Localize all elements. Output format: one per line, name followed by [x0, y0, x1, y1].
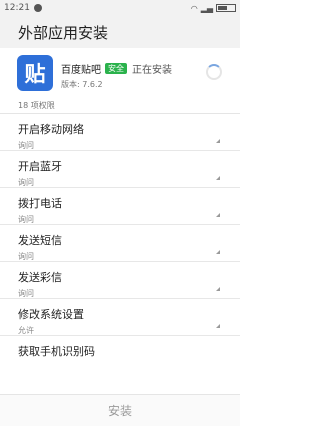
permission-value: 询问 — [18, 141, 34, 150]
notification-icon — [33, 4, 42, 12]
permission-value: 询问 — [18, 289, 34, 298]
signal-icon: ▂▄ — [200, 3, 213, 13]
install-button-label: 安装 — [107, 404, 132, 418]
wifi-icon: ◠ — [190, 3, 198, 13]
app-logo: 贴 — [17, 55, 53, 91]
permission-value: 询问 — [18, 178, 34, 187]
install-status: 正在安装 — [132, 65, 172, 76]
dropdown-arrow-icon — [216, 287, 220, 291]
app-version: 版本: 7.6.2 — [61, 80, 103, 89]
battery-icon — [216, 4, 236, 12]
dropdown-arrow-icon — [216, 176, 220, 180]
dropdown-arrow-icon — [216, 139, 220, 143]
permission-value: 询问 — [18, 252, 34, 261]
permission-item[interactable]: 开启蓝牙 询问 — [0, 151, 240, 188]
dropdown-arrow-icon — [216, 213, 220, 217]
permission-name: 拨打电话 — [18, 197, 62, 210]
loading-spinner-icon — [206, 64, 222, 80]
status-bar: 12:21 ◠ ▂▄ — [0, 0, 240, 16]
permission-list: 开启移动网络 询问 开启蓝牙 询问 拨打电话 询问 发送短信 询问 发送彩信 询… — [0, 114, 240, 373]
permission-value: 允许 — [18, 326, 34, 335]
safe-badge: 安全 — [105, 63, 127, 74]
permission-name: 修改系统设置 — [18, 308, 84, 321]
permission-count: 18 项权限 — [18, 101, 55, 110]
permission-item[interactable]: 获取手机识别码 — [0, 336, 240, 373]
permission-item[interactable]: 发送彩信 询问 — [0, 262, 240, 299]
app-info: 贴 百度贴吧 安全 正在安装 版本: 7.6.2 — [0, 55, 240, 95]
permission-name: 发送彩信 — [18, 271, 62, 284]
permission-name: 获取手机识别码 — [18, 345, 95, 358]
dropdown-arrow-icon — [216, 324, 220, 328]
permission-name: 发送短信 — [18, 234, 62, 247]
permission-value: 询问 — [18, 215, 34, 224]
app-name: 百度贴吧 — [61, 65, 101, 76]
permission-name: 开启移动网络 — [18, 123, 84, 136]
install-button[interactable]: 安装 — [0, 394, 240, 426]
page-title: 外部应用安装 — [0, 16, 240, 48]
permission-item[interactable]: 开启移动网络 询问 — [0, 114, 240, 151]
permission-item[interactable]: 修改系统设置 允许 — [0, 299, 240, 336]
permission-item[interactable]: 拨打电话 询问 — [0, 188, 240, 225]
permission-item[interactable]: 发送短信 询问 — [0, 225, 240, 262]
status-icons: ◠ ▂▄ — [191, 4, 236, 13]
permission-name: 开启蓝牙 — [18, 160, 62, 173]
dropdown-arrow-icon — [216, 250, 220, 254]
status-time: 12:21 — [4, 3, 30, 13]
